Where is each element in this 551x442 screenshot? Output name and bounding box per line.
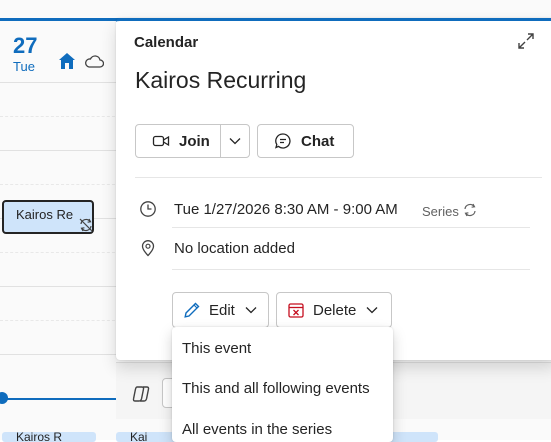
- home-icon: [59, 53, 75, 69]
- hour-line: [0, 82, 120, 83]
- copilot-icon[interactable]: [131, 384, 151, 404]
- recurring-icon: [464, 203, 476, 217]
- half-hour-line: [0, 252, 120, 253]
- clock-icon: [140, 201, 156, 217]
- day-name[interactable]: Tue: [13, 59, 35, 74]
- chevron-down-icon: [366, 307, 378, 314]
- calendar-event[interactable]: Kairos R: [2, 432, 96, 442]
- calendar-event-title: Kairos Re: [16, 207, 74, 222]
- event-title: Kairos Recurring: [135, 67, 307, 93]
- menu-item-following-events[interactable]: This and all following events: [182, 380, 370, 397]
- event-peek-card: Calendar Kairos Recurring Join Chat Tue …: [116, 18, 551, 360]
- peek-category: Calendar: [134, 34, 199, 51]
- delete-label: Delete: [313, 301, 357, 319]
- half-hour-line: [0, 320, 120, 321]
- chat-icon: [275, 133, 291, 149]
- calendar-delete-icon: [288, 303, 304, 318]
- join-dropdown-button[interactable]: [220, 124, 250, 158]
- half-hour-line: [0, 116, 120, 117]
- location-icon: [141, 240, 155, 257]
- hour-line: [0, 354, 120, 355]
- delete-button[interactable]: Delete: [276, 292, 392, 328]
- series-label: Series: [422, 204, 459, 219]
- hour-line: [0, 286, 120, 287]
- day-number[interactable]: 27: [13, 33, 37, 59]
- edit-button[interactable]: Edit: [172, 292, 269, 328]
- divider: [172, 269, 530, 270]
- join-button[interactable]: Join: [135, 124, 221, 158]
- menu-item-all-events[interactable]: All events in the series: [182, 421, 332, 438]
- cloud-icon: [85, 55, 104, 68]
- hour-line: [0, 150, 120, 151]
- edit-menu: This event This and all following events…: [172, 327, 393, 442]
- expand-icon[interactable]: [516, 31, 536, 51]
- edit-label: Edit: [209, 301, 235, 319]
- current-time-dot: [0, 392, 8, 404]
- join-label: Join: [179, 132, 210, 150]
- calendar-event[interactable]: Kairos Re: [2, 200, 94, 234]
- pen-icon: [184, 302, 200, 318]
- calendar-event-title: Kairos R: [16, 432, 63, 442]
- divider: [135, 177, 542, 178]
- chat-label: Chat: [301, 132, 335, 150]
- video-icon: [152, 135, 170, 147]
- divider: [172, 227, 530, 228]
- calendar-event-title: Kai: [130, 432, 148, 442]
- chevron-down-icon: [245, 307, 257, 314]
- current-time-line: [0, 398, 120, 400]
- recurring-exception-icon: [79, 218, 92, 232]
- half-hour-line: [0, 184, 120, 185]
- chat-button[interactable]: Chat: [257, 124, 354, 158]
- event-location: No location added: [174, 240, 295, 257]
- menu-item-this-event[interactable]: This event: [182, 340, 251, 357]
- event-datetime: Tue 1/27/2026 8:30 AM - 9:00 AM: [174, 201, 398, 218]
- chevron-down-icon: [229, 138, 241, 145]
